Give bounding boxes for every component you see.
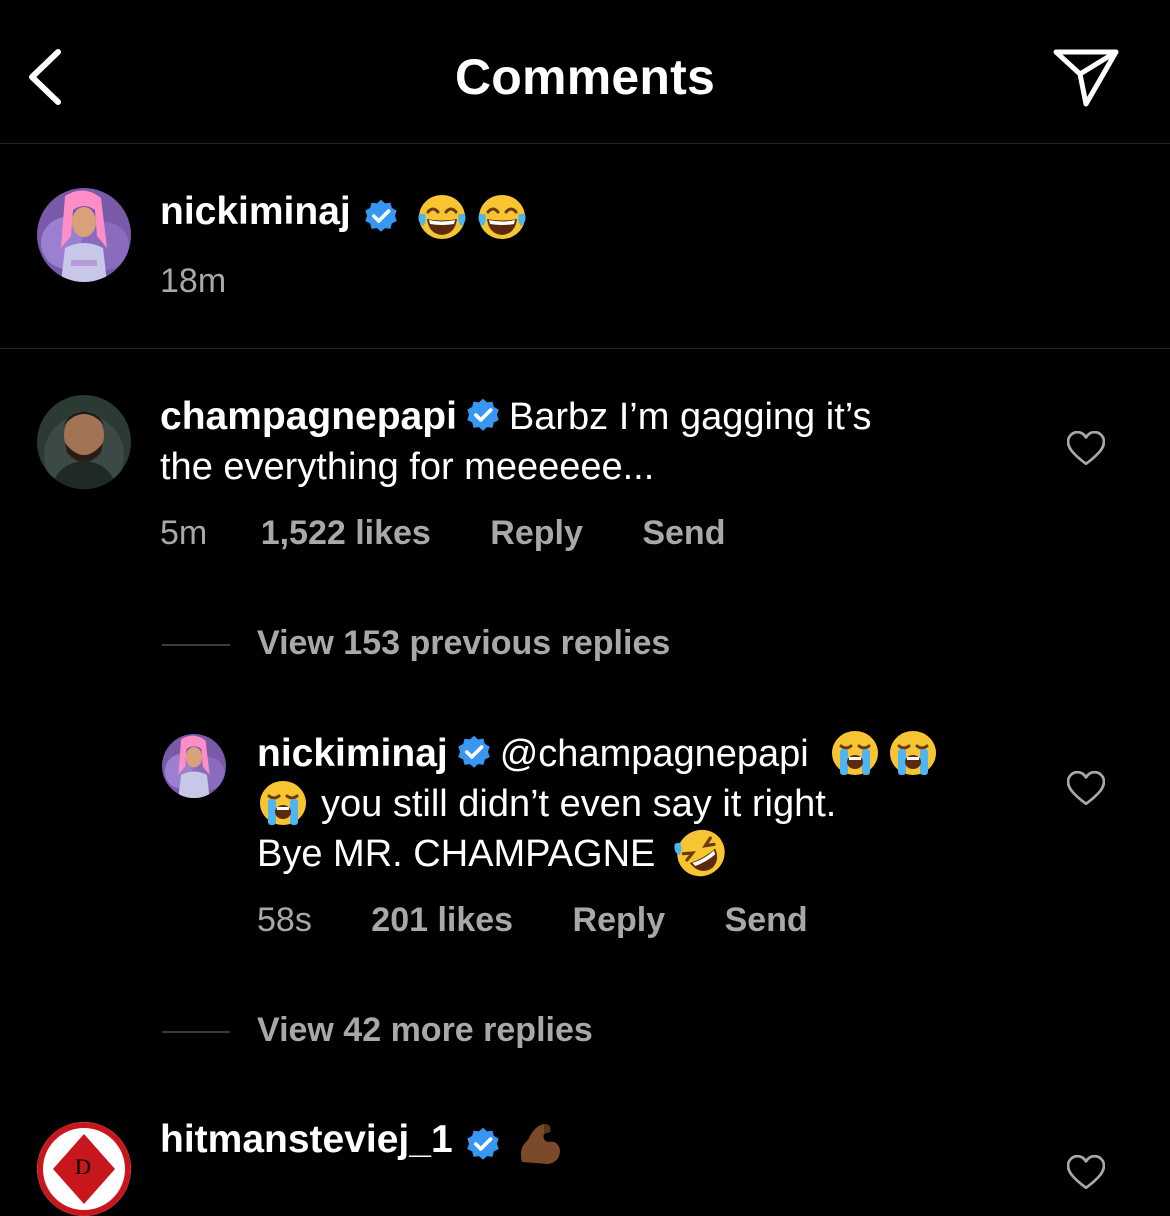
verified-badge-icon	[465, 396, 501, 433]
comment-text-line: Barbz I’m gagging it’s	[508, 396, 872, 438]
loudly-crying-face-emoji	[830, 729, 880, 776]
timestamp: 18m	[160, 262, 227, 300]
username[interactable]: nickiminaj	[257, 732, 448, 775]
svg-text:D: D	[75, 1154, 91, 1179]
view-previous-replies[interactable]: View 153 previous replies	[257, 624, 670, 663]
send-button[interactable]: Send	[642, 514, 725, 552]
avatar[interactable]	[162, 734, 226, 798]
header-divider	[0, 143, 1170, 144]
loudly-crying-face-emoji	[258, 779, 308, 826]
timestamp: 5m	[160, 514, 208, 552]
comment-meta: 5m 1,522 likes Reply Send	[160, 514, 725, 553]
comment-body: champagnepapi Barbz I’m gagging it’s the …	[160, 392, 1040, 492]
loudly-crying-face-emoji	[888, 729, 938, 776]
avatar[interactable]: D	[37, 1122, 131, 1216]
flexed-biceps-emoji	[520, 1123, 560, 1164]
replies-line	[162, 644, 230, 646]
face-with-tears-of-joy-emoji	[477, 193, 528, 240]
reply-meta: 58s 201 likes Reply Send	[257, 901, 808, 940]
username[interactable]: hitmansteviej_1	[160, 1118, 453, 1161]
username[interactable]: nickiminaj	[160, 190, 351, 233]
verified-badge-icon	[465, 1125, 501, 1162]
verified-badge-icon	[363, 197, 399, 234]
like-heart-icon[interactable]	[1067, 431, 1105, 465]
caption-header: nickiminaj	[160, 190, 528, 240]
share-button[interactable]	[1050, 44, 1122, 110]
comment-header: hitmansteviej_1	[160, 1118, 564, 1170]
paper-plane-icon	[1053, 49, 1119, 107]
send-button[interactable]: Send	[725, 901, 808, 939]
mention-link[interactable]: @champagnepapi	[500, 733, 809, 775]
like-heart-icon[interactable]	[1067, 771, 1105, 805]
likes-count[interactable]: 1,522 likes	[261, 514, 431, 552]
verified-badge-icon	[456, 733, 492, 770]
page-title: Comments	[455, 49, 715, 105]
reply-button[interactable]: Reply	[573, 901, 666, 939]
face-with-tears-of-joy-emoji	[416, 193, 467, 240]
rolling-on-floor-laughing-emoji	[673, 826, 728, 877]
comment-text-line: you still didn’t even say it right.	[321, 783, 837, 825]
likes-count[interactable]: 201 likes	[371, 901, 513, 939]
comment-text-line: Bye MR. CHAMPAGNE	[257, 833, 656, 875]
username[interactable]: champagnepapi	[160, 395, 457, 438]
avatar[interactable]	[37, 188, 131, 282]
comment-text-line: the everything for meeeeee...	[160, 446, 655, 488]
replies-line	[162, 1031, 230, 1033]
reply-body: nickiminaj @champagnepapi you still didn’…	[257, 729, 1037, 879]
view-more-replies[interactable]: View 42 more replies	[257, 1011, 593, 1050]
timestamp: 58s	[257, 901, 312, 939]
caption-divider	[0, 348, 1170, 349]
reply-button[interactable]: Reply	[490, 514, 583, 552]
avatar[interactable]	[37, 395, 131, 489]
like-heart-icon[interactable]	[1067, 1155, 1105, 1189]
